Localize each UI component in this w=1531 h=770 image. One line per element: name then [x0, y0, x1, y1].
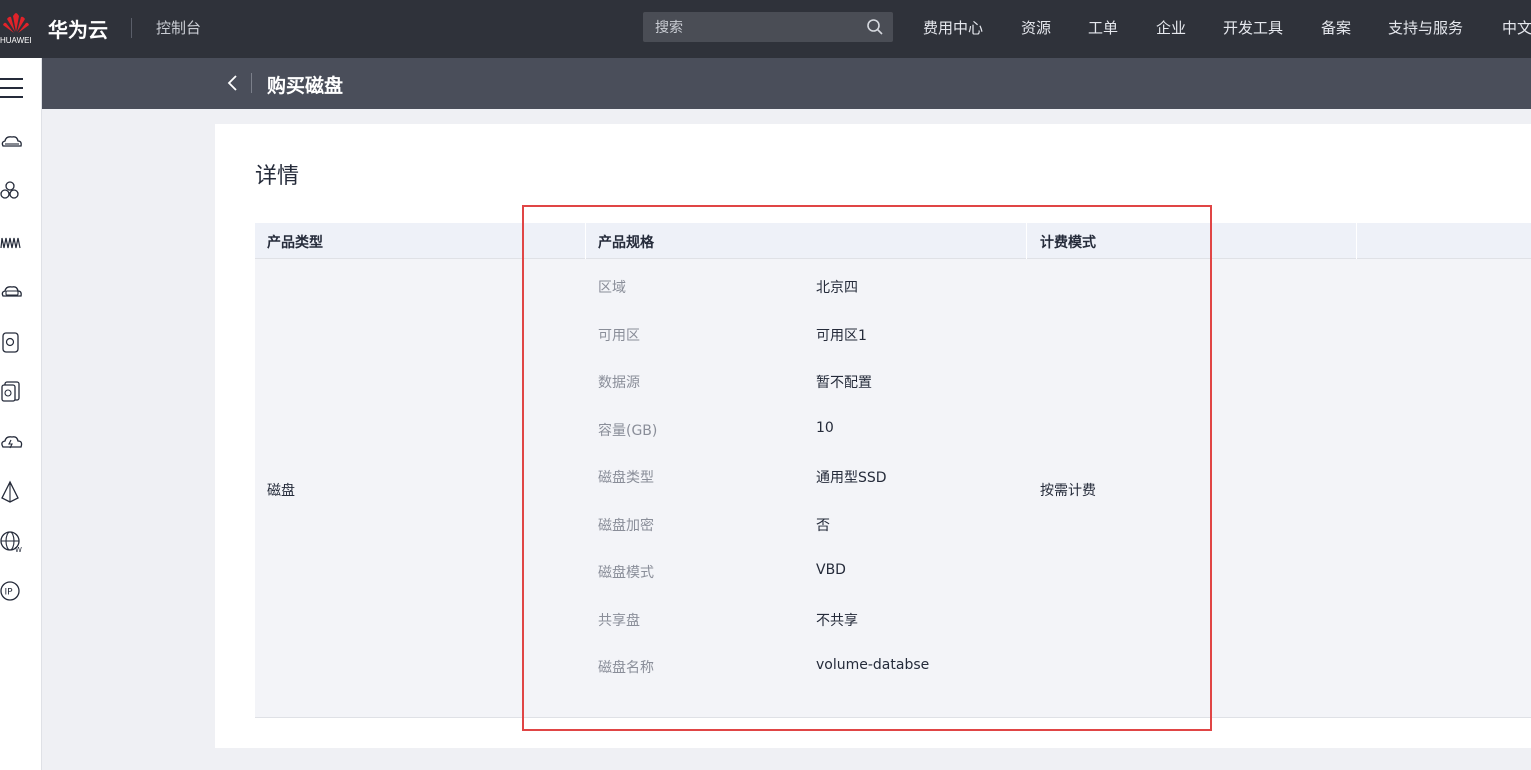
- cloud-server-icon[interactable]: [0, 131, 24, 155]
- search-icon[interactable]: [866, 18, 884, 36]
- page-title: 购买磁盘: [267, 75, 344, 97]
- highlight-box: [522, 205, 1212, 731]
- hexagon-cluster-icon[interactable]: [0, 180, 24, 204]
- product-type-cell: 磁盘: [267, 483, 295, 499]
- column-header-product-type: 产品类型: [267, 235, 323, 251]
- huawei-logo[interactable]: HUAWEI: [0, 12, 32, 46]
- section-title: 详情: [255, 164, 300, 189]
- network-wave-icon[interactable]: [0, 230, 24, 254]
- column-divider: [1356, 223, 1357, 259]
- storage-backup-icon[interactable]: [0, 379, 24, 403]
- disk-icon[interactable]: [0, 330, 24, 354]
- console-link[interactable]: 控制台: [156, 17, 201, 38]
- top-navbar: HUAWEI 华为云 控制台 搜索 费用中心 资源 工单 企业 开发工具 备案 …: [0, 0, 1531, 58]
- nav-support[interactable]: 支持与服务: [1388, 17, 1463, 38]
- search-input[interactable]: 搜索: [655, 17, 683, 37]
- back-arrow-icon[interactable]: [226, 74, 240, 92]
- huawei-petals-icon: [3, 13, 29, 33]
- menu-icon[interactable]: [0, 78, 23, 98]
- svg-text:W: W: [15, 546, 22, 554]
- nav-dev-tools[interactable]: 开发工具: [1223, 17, 1283, 38]
- divider: [131, 18, 132, 38]
- ip-icon[interactable]: IP: [0, 579, 24, 603]
- logo-text: HUAWEI: [0, 36, 32, 45]
- nav-language[interactable]: 中文: [1502, 17, 1531, 38]
- nav-tickets[interactable]: 工单: [1088, 17, 1118, 38]
- page-header: 购买磁盘: [42, 58, 1531, 109]
- brand-name[interactable]: 华为云: [48, 14, 108, 43]
- nav-billing[interactable]: 费用中心: [923, 17, 983, 38]
- sail-icon[interactable]: [0, 480, 24, 504]
- svg-text:IP: IP: [5, 588, 14, 598]
- divider: [251, 73, 252, 93]
- nav-icp[interactable]: 备案: [1321, 17, 1351, 38]
- left-sidebar: W IP: [0, 58, 42, 770]
- cloud-lightning-icon[interactable]: [0, 430, 24, 454]
- cloud-database-icon[interactable]: [0, 280, 24, 304]
- nav-enterprise[interactable]: 企业: [1156, 17, 1186, 38]
- search-box[interactable]: 搜索: [643, 12, 893, 42]
- nav-resources[interactable]: 资源: [1021, 17, 1051, 38]
- globe-w-icon[interactable]: W: [0, 530, 24, 554]
